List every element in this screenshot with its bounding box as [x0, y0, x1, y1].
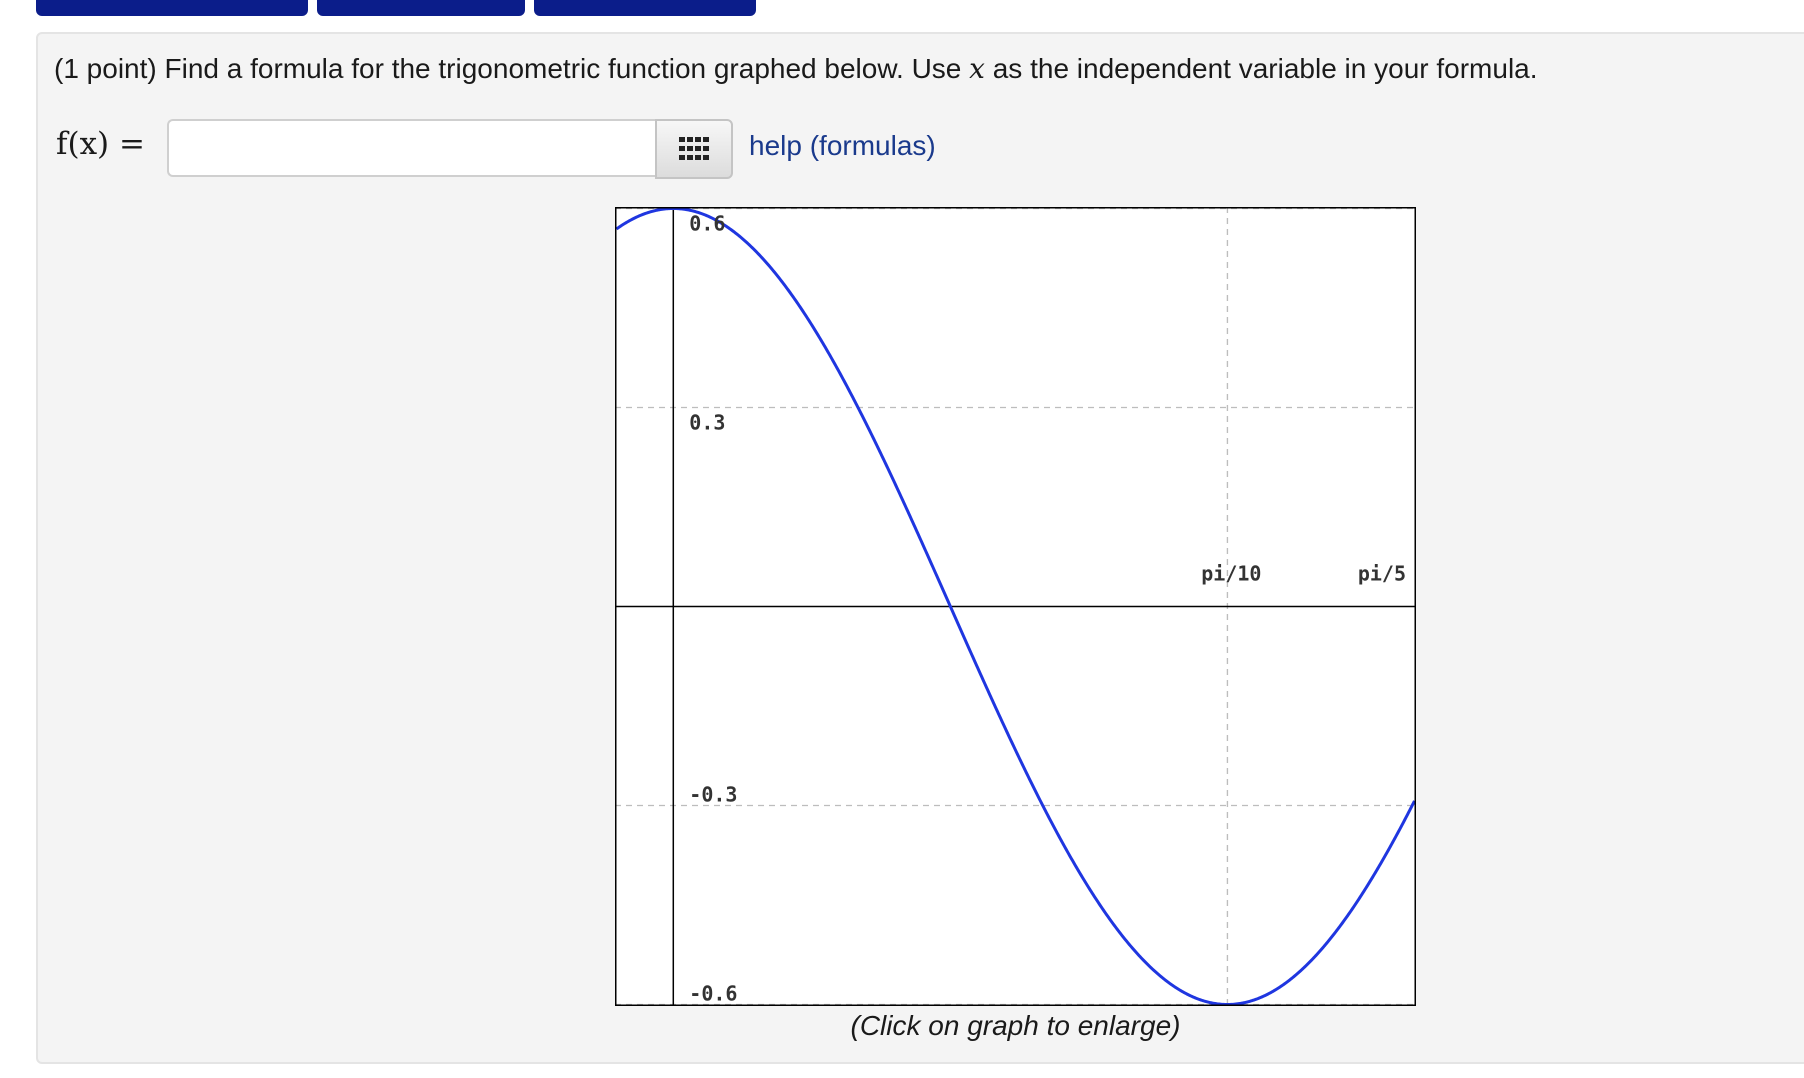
graph-caption: (Click on graph to enlarge): [850, 1010, 1181, 1041]
equation-editor-button[interactable]: [655, 119, 733, 179]
y-tick-label: 0.3: [689, 411, 725, 435]
x-tick-label: pi/10: [1201, 562, 1261, 586]
variable-x: x: [969, 52, 985, 85]
function-label: f(x) =: [56, 126, 145, 162]
y-tick-label: -0.6: [689, 982, 737, 1006]
nav-button-1[interactable]: [36, 0, 308, 16]
y-tick-label: 0.6: [689, 212, 725, 236]
grid-icon: [679, 137, 709, 160]
problem-text-end: as the independent variable in your form…: [992, 53, 1538, 84]
help-formulas-link[interactable]: help (formulas): [749, 130, 936, 162]
answer-input[interactable]: [167, 119, 657, 177]
y-tick-label: -0.3: [689, 783, 737, 807]
x-tick-label: pi/5: [1358, 562, 1406, 586]
problem-statement: (1 point) Find a formula for the trigono…: [54, 52, 1538, 85]
problem-text-start: Find a formula for the trigonometric fun…: [164, 53, 962, 84]
problem-points: (1 point): [54, 53, 157, 84]
nav-button-3[interactable]: [534, 0, 756, 16]
nav-button-2[interactable]: [317, 0, 525, 16]
graph[interactable]: 0.6 0.3 -0.3 -0.6 pi/10 pi/5: [615, 207, 1416, 1006]
